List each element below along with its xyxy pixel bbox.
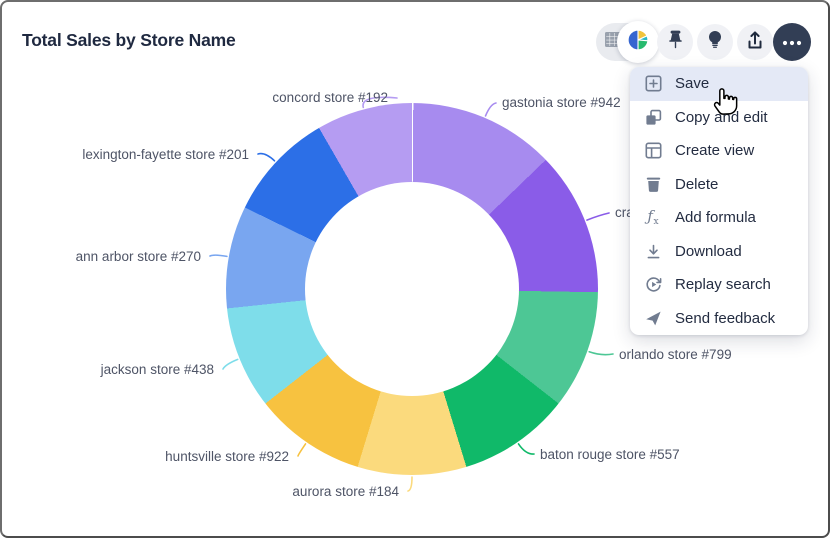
menu-item-label: Send feedback	[675, 310, 775, 327]
slice-label: gastonia store #942	[502, 95, 621, 110]
menu-item-label: Save	[675, 75, 709, 92]
menu-item-download[interactable]: Download	[630, 235, 808, 269]
menu-item-add-formula[interactable]: ƒx Add formula	[630, 201, 808, 235]
more-ellipsis-icon	[782, 33, 802, 51]
slice-label: orlando store #799	[619, 347, 732, 362]
lightbulb-icon	[707, 30, 723, 54]
create-view-icon	[644, 142, 662, 160]
slice-label: baton rouge store #557	[540, 447, 680, 462]
share-upload-icon	[746, 30, 764, 55]
save-plus-icon	[644, 75, 662, 93]
page-title: Total Sales by Store Name	[22, 30, 236, 51]
slice-label: lexington-fayette store #201	[82, 147, 249, 162]
insights-button[interactable]	[697, 24, 733, 60]
chart-view-button[interactable]	[617, 21, 659, 63]
menu-item-save[interactable]: Save	[630, 67, 808, 101]
menu-item-replay-search[interactable]: Replay search	[630, 268, 808, 302]
more-actions-button[interactable]	[773, 23, 811, 61]
menu-item-label: Delete	[675, 176, 718, 193]
slice-label: huntsville store #922	[165, 449, 289, 464]
paper-plane-icon	[644, 309, 662, 327]
chart-view-icon	[627, 29, 649, 56]
menu-item-label: Copy and edit	[675, 109, 768, 126]
pin-icon	[668, 30, 683, 54]
download-icon	[644, 242, 662, 260]
donut-hole	[305, 182, 519, 396]
copy-icon	[644, 108, 662, 126]
slice-label: jackson store #438	[101, 362, 214, 377]
pin-button[interactable]	[657, 24, 693, 60]
answer-card: Total Sales by Store Name	[0, 0, 830, 538]
menu-item-create-view[interactable]: Create view	[630, 134, 808, 168]
slice-label: ann arbor store #270	[76, 249, 201, 264]
donut-chart[interactable]	[226, 103, 598, 475]
trash-icon	[644, 175, 662, 193]
menu-item-label: Download	[675, 243, 742, 260]
menu-item-delete[interactable]: Delete	[630, 168, 808, 202]
formula-fx-icon: ƒx	[644, 209, 662, 227]
menu-item-label: Replay search	[675, 276, 771, 293]
replay-icon	[644, 276, 662, 294]
menu-item-label: Add formula	[675, 209, 756, 226]
menu-item-copy-and-edit[interactable]: Copy and edit	[630, 101, 808, 135]
more-actions-menu: Save Copy and edit Create view	[630, 67, 808, 335]
menu-item-label: Create view	[675, 142, 754, 159]
menu-item-send-feedback[interactable]: Send feedback	[630, 302, 808, 336]
slice-label: concord store #192	[272, 90, 388, 105]
share-button[interactable]	[737, 24, 773, 60]
slice-label: aurora store #184	[292, 484, 399, 499]
